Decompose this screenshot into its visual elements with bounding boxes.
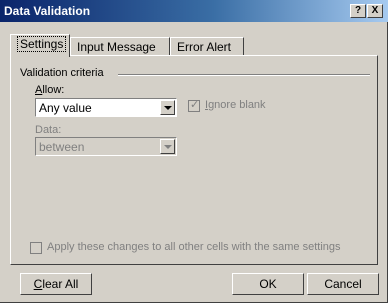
data-value: between xyxy=(39,140,85,154)
checkbox-icon xyxy=(30,242,42,254)
tab-input-message-label: Input Message xyxy=(77,40,156,54)
tab-input-message[interactable]: Input Message xyxy=(70,37,170,56)
data-dropdown[interactable]: between xyxy=(35,137,177,156)
ok-button[interactable]: OK xyxy=(232,273,304,295)
allow-value: Any value xyxy=(39,101,92,115)
validation-criteria-label: Validation criteria xyxy=(20,67,104,79)
clear-all-button[interactable]: Clear All xyxy=(20,273,92,295)
data-label: Data: xyxy=(35,124,62,136)
group-divider xyxy=(118,74,370,76)
tab-error-alert-label: Error Alert xyxy=(177,40,232,54)
allow-label: Allow: xyxy=(35,84,65,96)
allow-dropdown[interactable]: Any value xyxy=(35,98,177,117)
title-bar: Data Validation ? X xyxy=(0,0,388,22)
close-button[interactable]: X xyxy=(367,4,383,18)
window-title: Data Validation xyxy=(4,4,91,18)
help-button[interactable]: ? xyxy=(350,4,366,18)
tab-settings[interactable]: Settings xyxy=(10,34,70,57)
apply-all-label: Apply these changes to all other cells w… xyxy=(47,241,341,253)
chevron-down-icon[interactable] xyxy=(160,139,175,154)
checkmark-icon xyxy=(188,98,200,112)
cancel-button[interactable]: Cancel xyxy=(307,273,379,295)
tab-error-alert[interactable]: Error Alert xyxy=(170,37,244,56)
data-validation-dialog: Data Validation ? X Settings Input Messa… xyxy=(0,0,388,303)
ignore-blank-label: Ignore blank xyxy=(205,99,266,111)
settings-panel xyxy=(10,55,378,265)
chevron-down-icon[interactable] xyxy=(160,100,175,115)
tab-settings-label: Settings xyxy=(17,36,67,52)
